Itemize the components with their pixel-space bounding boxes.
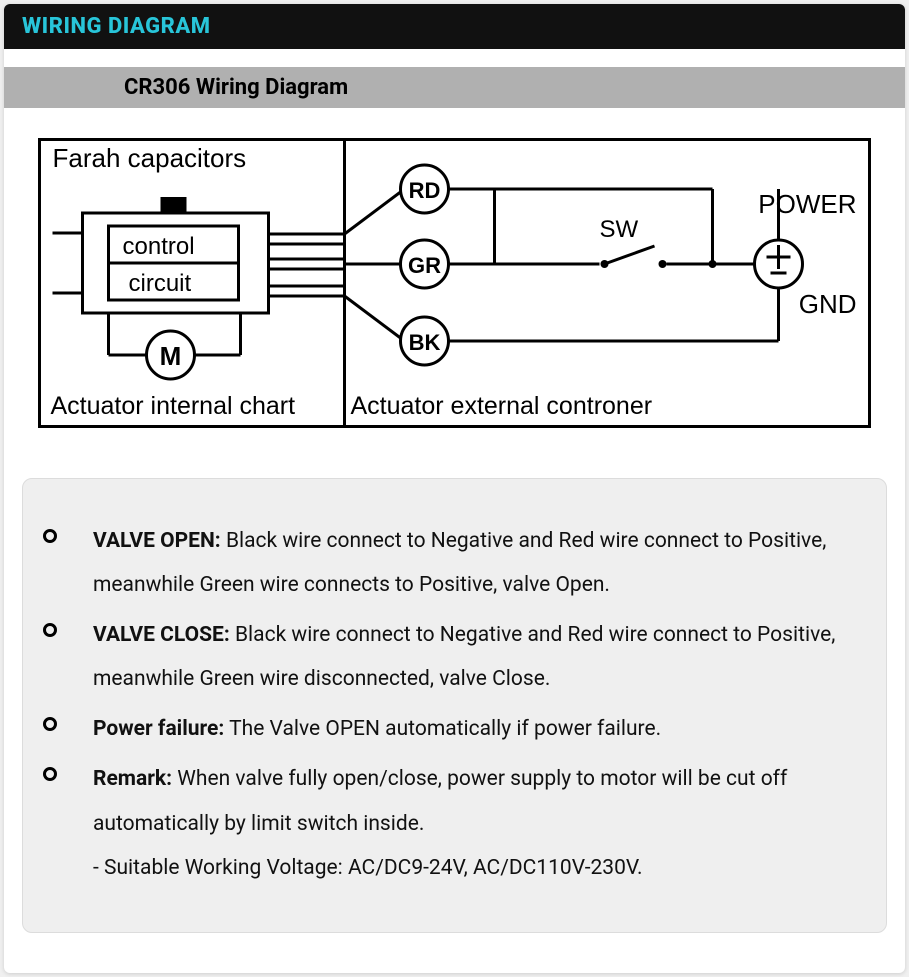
diagram-area: Farah capacitors control circuit <box>4 108 905 478</box>
capacitor-icon <box>161 197 187 213</box>
note-label: Power failure: <box>93 717 224 741</box>
left-caption: Actuator internal chart <box>51 392 296 420</box>
power-label: POWER <box>758 189 856 219</box>
note-item: VALVE CLOSE: Black wire connect to Negat… <box>93 613 850 701</box>
subheader-title: CR306 Wiring Diagram <box>124 75 348 100</box>
note-item: Remark: When valve fully open/close, pow… <box>93 757 850 889</box>
motor-label: M <box>160 341 182 371</box>
bullet-icon <box>43 623 57 637</box>
subheader: CR306 Wiring Diagram <box>4 67 905 108</box>
notes-box: VALVE OPEN: Black wire connect to Negati… <box>22 478 887 933</box>
control-label-1: control <box>123 233 195 260</box>
switch-lever <box>605 246 655 264</box>
diagram-frame: Farah capacitors control circuit <box>38 138 871 428</box>
note-text: The Valve OPEN automatically if power fa… <box>224 717 661 741</box>
bullet-icon <box>43 767 57 781</box>
right-caption: Actuator external controner <box>351 392 653 420</box>
terminal-bk-label: BK <box>409 330 441 355</box>
note-text: When valve fully open/close, power suppl… <box>93 767 787 835</box>
note-label: VALVE OPEN: <box>93 529 221 553</box>
terminal-gr-label: GR <box>408 253 441 278</box>
bullet-icon <box>43 717 57 731</box>
terminal-rd-label: RD <box>409 178 441 203</box>
page-container: WIRING DIAGRAM CR306 Wiring Diagram Fara… <box>4 4 905 973</box>
spacer <box>4 49 905 67</box>
switch-label: SW <box>600 216 639 243</box>
capacitors-label: Farah capacitors <box>53 143 247 173</box>
section-header: WIRING DIAGRAM <box>4 4 905 49</box>
note-item: Power failure: The Valve OPEN automatica… <box>93 707 850 751</box>
note-label: VALVE CLOSE: <box>93 623 230 647</box>
note-item: VALVE OPEN: Black wire connect to Negati… <box>93 519 850 607</box>
wiring-diagram-svg: Farah capacitors control circuit <box>41 141 868 425</box>
bullet-icon <box>43 529 57 543</box>
control-label-2: circuit <box>129 270 192 297</box>
gnd-label: GND <box>799 289 857 319</box>
note-footer: - Suitable Working Voltage: AC/DC9-24V, … <box>93 856 643 880</box>
note-label: Remark: <box>93 767 172 791</box>
section-header-title: WIRING DIAGRAM <box>22 14 211 39</box>
